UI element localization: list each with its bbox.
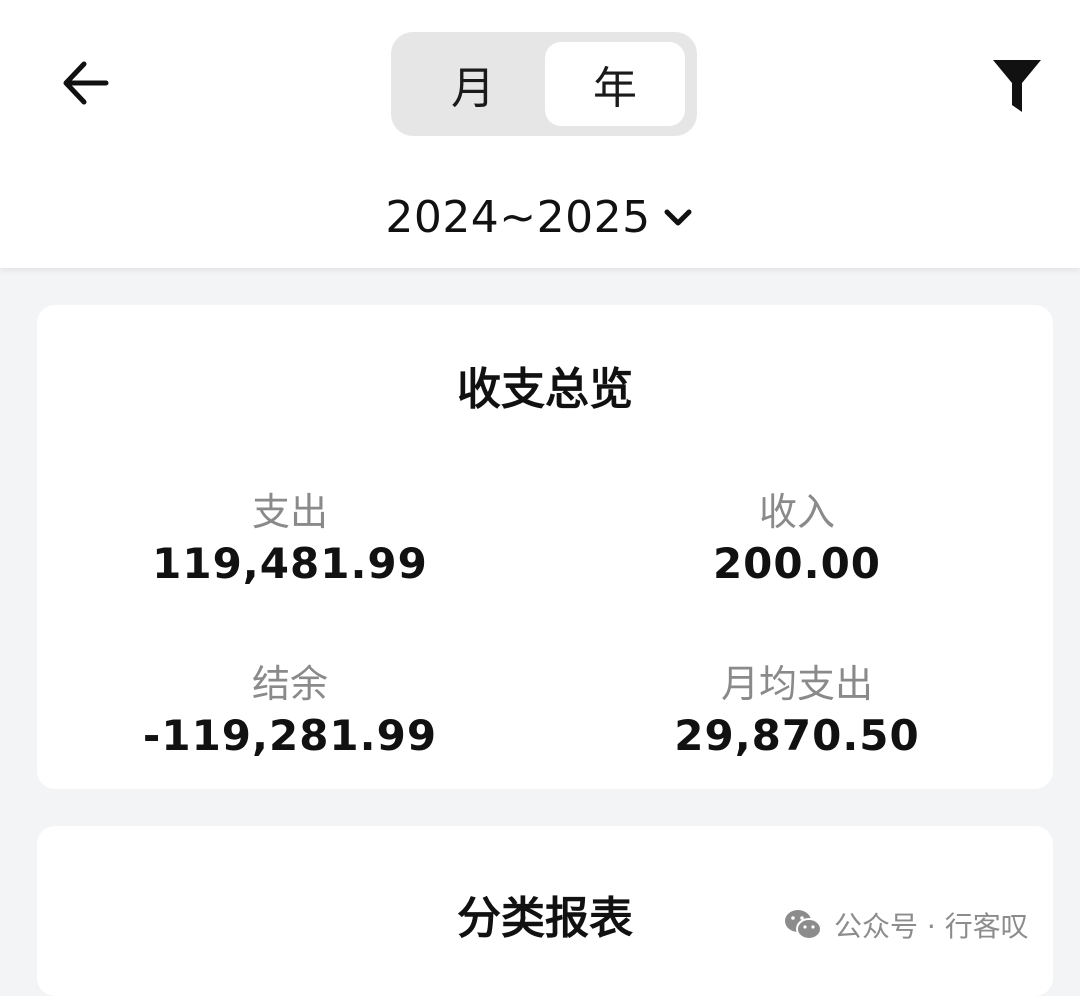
monthly-average-label: 月均支出 — [720, 662, 873, 706]
funnel-icon — [993, 60, 1041, 112]
overview-card: 收支总览 支出 119,481.99 收入 200.00 结余 -119,281… — [37, 305, 1053, 789]
filter-button[interactable] — [984, 50, 1050, 122]
income-value: 200.00 — [712, 539, 882, 588]
balance-value: -119,281.99 — [142, 711, 438, 760]
top-bar: 月 年 2024~2025 — [0, 0, 1080, 268]
arrow-left-icon — [63, 61, 109, 105]
overview-title: 收支总览 — [457, 364, 633, 415]
watermark-text: 公众号 · 行客叹 — [834, 910, 1029, 943]
expense-label: 支出 — [251, 490, 328, 534]
expense-value: 119,481.99 — [152, 539, 428, 588]
chevron-down-icon — [661, 200, 695, 234]
monthly-average-value: 29,870.50 — [674, 711, 920, 760]
period-segmented-control: 月 年 — [391, 32, 697, 136]
watermark: 公众号 · 行客叹 — [782, 900, 1029, 950]
year-range-selector[interactable]: 2024~2025 — [0, 185, 1080, 249]
tab-month[interactable]: 月 — [401, 42, 545, 126]
back-button[interactable] — [52, 50, 118, 116]
tab-year[interactable]: 年 — [545, 42, 685, 126]
year-range-label: 2024~2025 — [385, 191, 651, 243]
balance-label: 结余 — [251, 662, 328, 706]
income-label: 收入 — [758, 490, 835, 534]
wechat-icon — [785, 910, 822, 940]
